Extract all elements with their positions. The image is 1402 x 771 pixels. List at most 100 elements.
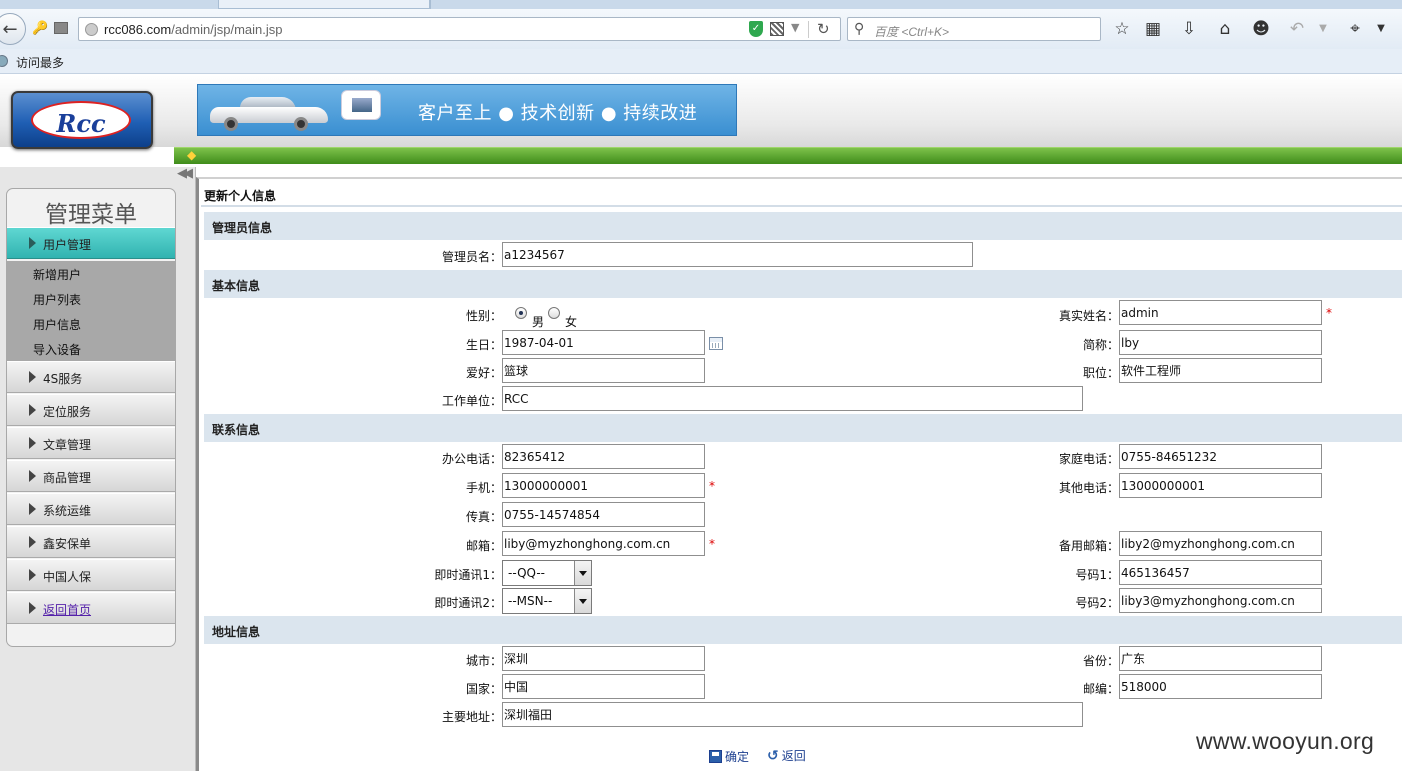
collapse-sidebar-icon[interactable]: ◀◀ [177, 166, 193, 181]
fax-label: 传真： [465, 510, 502, 524]
car-image [210, 95, 328, 131]
browser-tab[interactable] [218, 0, 430, 9]
home-phone-label: 家庭电话： [1058, 452, 1119, 466]
im1-label: 即时通讯1： [434, 568, 502, 582]
menu-item-picc[interactable]: 中国人保 [7, 559, 175, 591]
header-banner: 客户至上 ● 技术创新 ● 持续改进 [197, 84, 737, 136]
address-input[interactable] [502, 702, 1083, 727]
submenu-add-user[interactable]: 新增用户 [33, 266, 81, 283]
gender-female-radio[interactable] [548, 307, 560, 319]
menu-item-xinan-policy[interactable]: 鑫安保单 [7, 526, 175, 558]
menu-item-return-home[interactable]: 返回首页 [7, 592, 175, 624]
submenu-import-device[interactable]: 导入设备 [33, 341, 81, 358]
section-address-info: 地址信息 [204, 616, 1402, 644]
key-icon[interactable]: 🔑 [32, 21, 48, 37]
menu-item-4s-service[interactable]: 4S服务 [7, 361, 175, 393]
submenu-user-info[interactable]: 用户信息 [33, 316, 81, 333]
im1-select[interactable]: --QQ-- [502, 560, 592, 586]
menu-dropdown-icon[interactable]: ▼ [1370, 18, 1392, 40]
url-dropdown-icon[interactable]: ▼ [791, 21, 799, 34]
hobby-input[interactable] [502, 358, 705, 383]
im1-number-input[interactable] [1119, 560, 1322, 585]
birthday-input[interactable] [502, 330, 705, 355]
shield-icon[interactable]: ✓ [749, 21, 763, 37]
watermark: www.wooyun.org [1196, 728, 1375, 754]
url-path: /admin/jsp/main.jsp [171, 22, 283, 37]
im1-selected-value: --QQ-- [508, 566, 545, 580]
other-phone-label: 其他电话： [1058, 481, 1119, 495]
backup-email-input[interactable] [1119, 531, 1322, 556]
gender-male-radio[interactable] [515, 307, 527, 319]
return-home-link[interactable]: 返回首页 [43, 601, 91, 618]
page-title: 更新个人信息 [204, 189, 277, 203]
menu-item-user-management[interactable]: 用户管理 [7, 227, 175, 259]
return-arrow-icon: ↺ [767, 747, 779, 764]
menu-item-location-service[interactable]: 定位服务 [7, 394, 175, 426]
nickname-input[interactable] [1119, 330, 1322, 355]
menu-item-article-management[interactable]: 文章管理 [7, 427, 175, 459]
city-label: 城市： [465, 654, 502, 668]
rcc-logo[interactable]: Rcc [11, 91, 153, 149]
address-bar[interactable]: rcc086.com/admin/jsp/main.jsp ✓ ▼ ↻ [78, 17, 841, 41]
chat-icon[interactable]: ☻ [1250, 18, 1272, 40]
clipboard-icon[interactable]: ▦ [1142, 18, 1164, 40]
gender-female-label: 女 [565, 315, 578, 329]
confirm-button[interactable]: 确定 [709, 748, 749, 765]
home-phone-input[interactable] [1119, 444, 1322, 469]
site-identity-icon[interactable] [85, 23, 98, 36]
real-name-input[interactable] [1119, 300, 1322, 325]
section-title: 联系信息 [212, 423, 261, 437]
expand-arrow-icon [29, 503, 36, 515]
search-box[interactable]: ⚲ 百度 <Ctrl+K> [847, 17, 1101, 41]
menu-item-product-management[interactable]: 商品管理 [7, 460, 175, 492]
im2-label: 即时通讯2： [434, 596, 502, 610]
hobby-label: 爱好： [465, 366, 502, 380]
car-wheel-rear [294, 117, 308, 131]
admin-name-input[interactable] [502, 242, 973, 267]
dropdown-arrow-icon[interactable] [574, 589, 591, 613]
country-input[interactable] [502, 674, 705, 699]
mobile-input[interactable] [502, 473, 705, 498]
calendar-icon[interactable] [709, 337, 723, 350]
city-input[interactable] [502, 646, 705, 671]
new-tab-edge [430, 0, 435, 9]
sidebar-toggle-icon[interactable] [54, 22, 68, 34]
im2-number-input[interactable] [1119, 588, 1322, 613]
postcode-input[interactable] [1119, 674, 1322, 699]
section-admin-info: 管理员信息 [204, 212, 1402, 240]
fax-input[interactable] [502, 502, 705, 527]
submenu-user-list[interactable]: 用户列表 [33, 291, 81, 308]
other-phone-input[interactable] [1119, 473, 1322, 498]
im2-selected-value: --MSN-- [508, 594, 553, 608]
expand-arrow-icon [29, 536, 36, 548]
expand-arrow-icon [29, 237, 36, 249]
back-form-button[interactable]: ↺ 返回 [767, 747, 806, 764]
reload-icon[interactable]: ↻ [817, 20, 830, 38]
email-input[interactable] [502, 531, 705, 556]
im1-number-label: 号码1： [1075, 568, 1119, 582]
office-phone-input[interactable] [502, 444, 705, 469]
download-icon[interactable]: ⇩ [1178, 18, 1200, 40]
bookmark-star-icon[interactable]: ☆ [1111, 18, 1133, 40]
menu-item-label: 定位服务 [43, 405, 92, 419]
province-input[interactable] [1119, 646, 1322, 671]
gender-label: 性别： [465, 309, 502, 323]
url-separator [808, 21, 809, 38]
menu-item-system-ops[interactable]: 系统运维 [7, 493, 175, 525]
crop-icon[interactable]: ⌖ [1344, 18, 1366, 40]
im2-select[interactable]: --MSN-- [502, 588, 592, 614]
position-input[interactable] [1119, 358, 1322, 383]
undo-dropdown-icon[interactable]: ▼ [1312, 18, 1334, 40]
qr-code-icon[interactable] [770, 22, 784, 36]
back-button[interactable]: ← [0, 13, 26, 45]
admin-name-label: 管理员名： [441, 250, 502, 264]
address-label: 主要地址： [441, 710, 502, 724]
workplace-input[interactable] [502, 386, 1083, 411]
home-icon[interactable]: ⌂ [1214, 18, 1236, 40]
undo-icon[interactable]: ↶ [1286, 18, 1308, 40]
section-title: 管理员信息 [212, 221, 273, 235]
dropdown-arrow-icon[interactable] [574, 561, 591, 585]
navigation-toolbar: ← 🔑 rcc086.com/admin/jsp/main.jsp ✓ ▼ ↻ … [0, 9, 1402, 49]
bookmark-most-visited[interactable]: 访问最多 [16, 54, 64, 71]
url-text[interactable]: rcc086.com/admin/jsp/main.jsp [104, 22, 282, 37]
